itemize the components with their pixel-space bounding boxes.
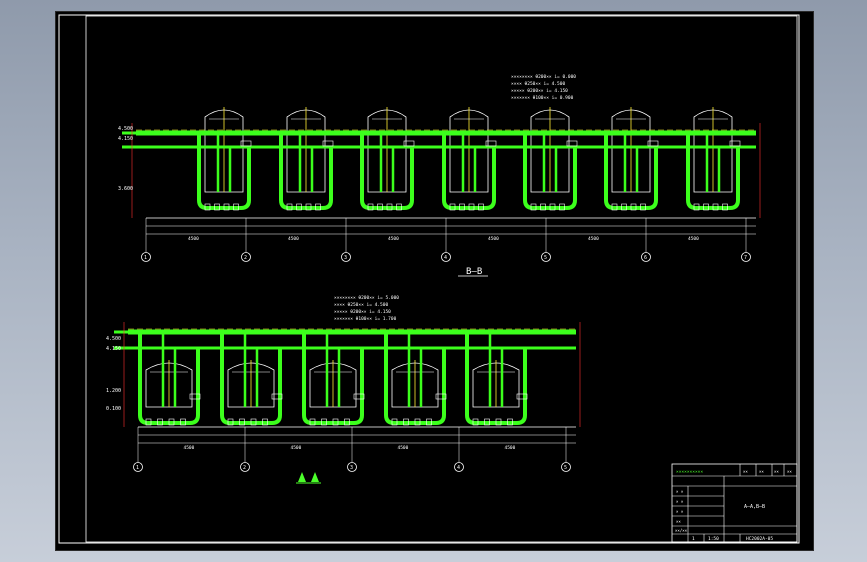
upper-elevation-3: 3.600 [118,186,133,192]
grid-marker-label: 2 [243,465,246,471]
tag-label-box [240,140,252,147]
section-arrow-symbols [296,472,321,484]
upper-elevation-labels: 4.500 4.150 3.600 [118,126,133,192]
grid-marker-label: 4 [457,465,460,471]
dimension-label: 4500 [291,445,302,451]
grid-marker-label: 3 [344,255,347,261]
tag-label-box [729,140,741,147]
title-scale: 1:50 [708,536,719,542]
tag-label-box [322,140,334,147]
grid-marker-label: 3 [350,465,353,471]
lower-elevation-4: 0.100 [106,406,121,412]
dimension-label: 4500 [184,445,195,451]
title-role-2: × × [676,499,684,504]
title-block: ×××××××××× ×× ×× ×× ×× × × × × × × ×× ××… [671,463,798,543]
title-drawing-name: A—A,B—B [744,504,765,510]
dimension-label: 4500 [505,445,516,451]
cad-viewport[interactable]: 1 4500 2 4500 3 4500 4 4500 5 4500 6 4500 7 1 4500 2 45… [55,11,814,551]
lower-note-1: ×××××××× θ200×× i= 5.000 [334,295,399,301]
upper-note-2: ×××× θ250×× i= 4.500 [511,81,565,87]
grid-marker-label: 5 [544,255,547,261]
tag-label-box [485,140,497,147]
title-role-3: × × [676,509,684,514]
upper-elevation-2: 4.150 [118,136,133,142]
title-col-1: ×× [743,469,748,474]
section-label: B—B [466,267,482,277]
title-role-5: ××/×× [675,528,688,533]
dimension-label: 4500 [488,236,499,242]
lower-elevation-1: 4.500 [106,336,121,342]
title-role-4: ×× [676,519,681,524]
lower-section-view: 1 4500 2 4500 3 4500 4 4500 5 [114,322,581,472]
cad-drawing-canvas: 1450024500345004450054500645007 14500245… [58,14,800,544]
lower-elevation-3: 1.200 [106,388,121,394]
dimension-label: 4500 [188,236,199,242]
dimension-label: 4500 [398,445,409,451]
lower-note-2: ×××× θ250×× i= 4.500 [334,302,388,308]
grid-marker-label: 6 [644,255,647,261]
grid-marker-label: 4 [444,255,447,261]
lower-notes-block: ×××××××× θ200×× i= 5.000 ×××× θ250×× i= … [334,295,399,322]
dimension-label: 4500 [288,236,299,242]
grid-marker-label: 7 [744,255,747,261]
lower-note-3: ××××× θ200×× i= 4.150 [334,309,391,315]
title-col-2: ×× [759,469,764,474]
title-block-company: ×××××××××× [676,470,703,475]
lower-note-4: ××××××× θ100×× i= 1.700 [334,316,397,322]
title-col-3: ×× [774,469,779,474]
dimension-label: 4500 [588,236,599,242]
upper-notes-block: ×××××××× θ200×× i= 0.000 ×××× θ250×× i= … [511,74,576,101]
upper-note-1: ×××××××× θ200×× i= 0.000 [511,74,576,80]
upper-note-3: ××××× θ200×× i= 4.150 [511,88,568,94]
lower-elevation-2: 4.150 [106,346,121,352]
upper-section-view: 1 4500 2 4500 3 4500 4 4500 5 4500 6 4500 7 [122,107,761,262]
grid-marker-label: 2 [244,255,247,261]
title-drawing-no: HC2002A-05 [746,536,773,542]
grid-marker-label: 1 [144,255,147,261]
title-sheet: 1 [692,536,695,542]
dimension-label: 4500 [688,236,699,242]
upper-note-4: ××××××× θ100×× i= 0.900 [511,95,574,101]
title-role-1: × × [676,489,684,494]
dimension-label: 4500 [388,236,399,242]
tag-label-box [647,140,659,147]
tag-label-box [403,140,415,147]
grid-marker-label: 5 [564,465,567,471]
tag-label-box [566,140,578,147]
upper-elevation-1: 4.500 [118,126,133,132]
lower-elevation-labels: 4.500 4.150 1.200 0.100 [106,336,121,412]
drawing-frame [85,15,798,543]
grid-marker-label: 1 [136,465,139,471]
title-col-4: ×× [787,469,792,474]
